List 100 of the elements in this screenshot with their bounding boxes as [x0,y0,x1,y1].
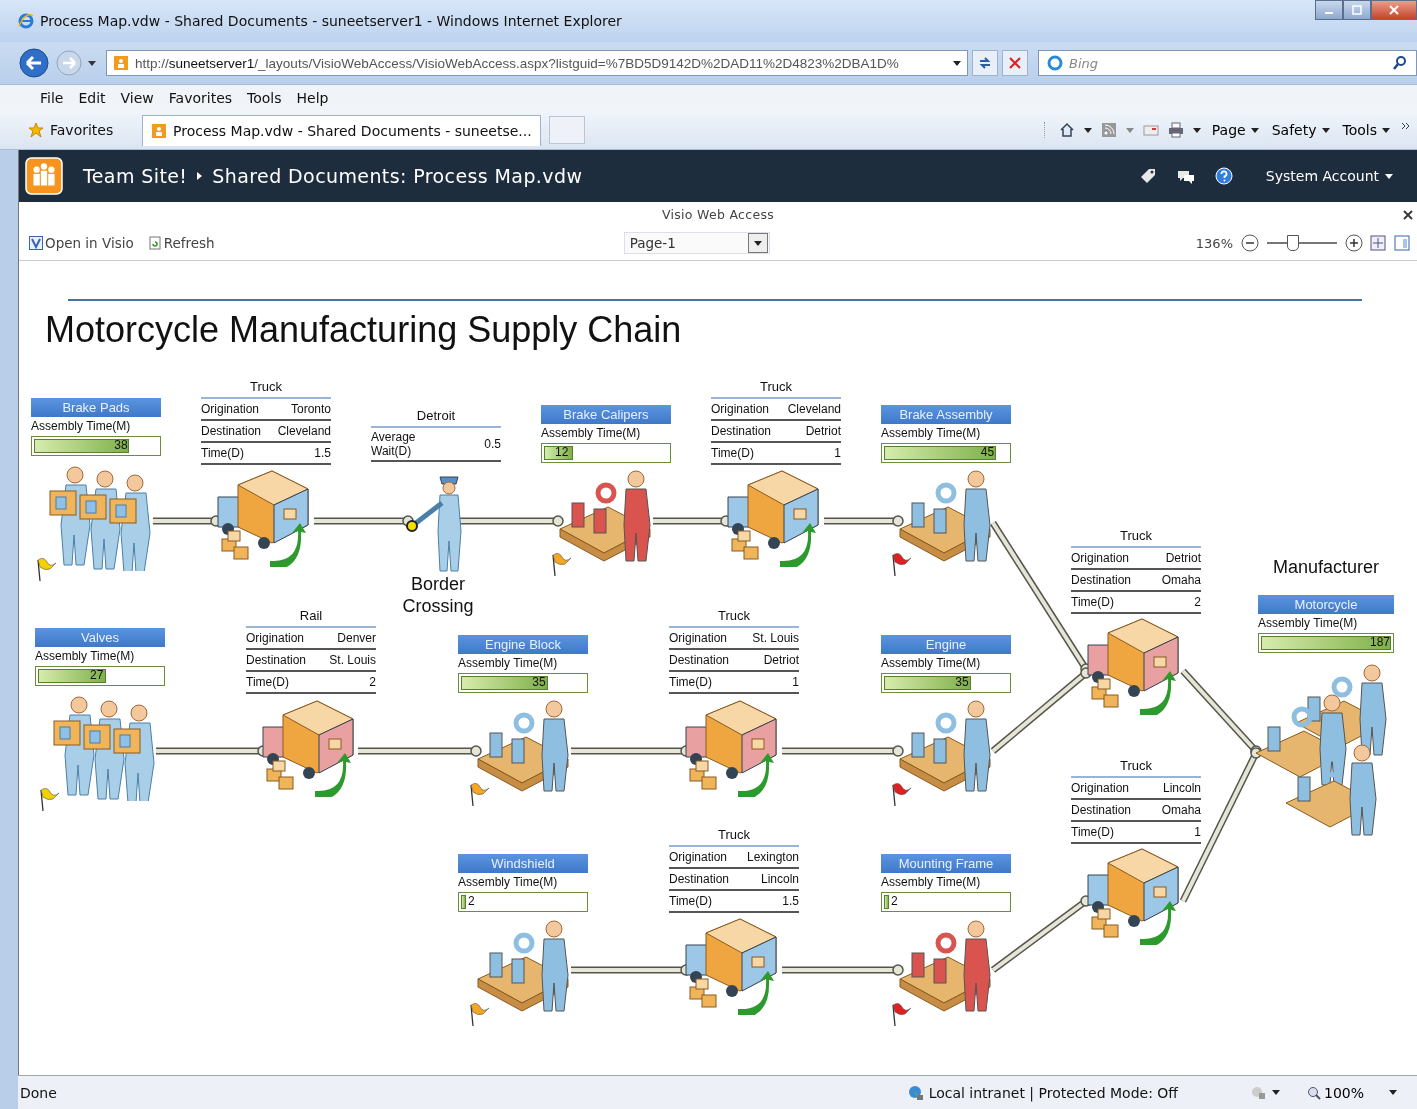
feed-icon[interactable] [1100,122,1117,138]
manufacturer-label: Manufacturer [1271,557,1381,578]
caret-icon[interactable] [953,60,961,66]
flag-icon [890,1001,912,1027]
window-title: Process Map.vdw - Shared Documents - suneetserver1 - Windows Internet Explorer [40,13,622,29]
field-value: Lincoln [1162,781,1201,795]
favorites-button[interactable]: Favorites [28,122,134,138]
node-header: Brake Pads [31,398,161,417]
user-menu[interactable]: System Account [1259,167,1399,185]
metric-value: 45 [980,445,995,459]
fit-to-window-icon[interactable] [1369,234,1387,252]
home-icon[interactable] [1058,122,1075,138]
zoom-menu[interactable]: 100% [1300,1083,1370,1102]
caret-icon[interactable] [1389,1090,1397,1095]
command-menu[interactable]: Safety [1269,122,1332,138]
address-field[interactable]: http://suneetserver1/_layouts/VisioWebAccess/VisioWebAccess.aspx?listguid=%7BD5D9142D%2DAD11%2D4823%2DBA1D% [106,50,968,76]
menu-item[interactable]: Tools [247,90,282,106]
globe-icon [907,1084,924,1101]
command-menu[interactable]: Tools [1340,122,1392,138]
metric-label: Assembly Time(M) [35,649,136,663]
field-value: Denver [337,631,376,645]
field-value: Omaha [1161,573,1201,587]
field-label: Time(D) [669,675,712,689]
maximize-icon [1352,5,1362,15]
flag-icon [550,551,572,577]
zoom-in-icon[interactable] [1345,234,1363,252]
zoom-level: 136% [1195,235,1233,251]
field-value: St. Louis [752,631,799,645]
menu-item[interactable]: Favorites [168,90,233,106]
page-icon [151,122,167,139]
status-text: Done [19,1084,57,1101]
site-logo-icon[interactable] [25,157,63,195]
field-value: 1.5 [314,446,331,460]
menu-item[interactable]: View [120,90,154,106]
close-icon[interactable] [1403,210,1413,220]
menu-item[interactable]: Edit [78,90,106,106]
open-in-visio-button[interactable]: Open in Visio [29,235,134,251]
field-label: Destination [711,424,772,438]
field-value: Lexington [746,850,799,864]
field-value: St. Louis [329,653,376,667]
metric-value: 35 [532,675,546,689]
field-label: Destination [246,653,307,667]
refresh-icon[interactable] [972,50,998,76]
metric-value: 27 [90,668,104,682]
magnifier-icon [1306,1085,1321,1100]
caret-icon[interactable] [1083,127,1092,133]
menu-item[interactable]: File [40,90,64,106]
stop-icon[interactable] [1002,50,1028,76]
field-label: Time(D) [1071,595,1114,609]
field-label: Time(D) [201,446,244,460]
breadcrumb-link[interactable]: Shared Documents: Process Map.vdw [212,165,583,187]
field-value: 2 [1194,595,1201,609]
command-menu[interactable]: Page [1209,122,1261,138]
transport-mode: Truck [1071,528,1201,548]
field-value: 1 [1194,825,1201,839]
maximize-button[interactable] [1343,0,1371,20]
refresh-button[interactable]: Refresh [147,235,215,251]
menu-item[interactable]: Help [296,90,329,106]
caret-icon[interactable] [1192,127,1201,133]
field-label: Origination [1071,551,1130,565]
caret-icon[interactable] [88,60,96,66]
node-header: Engine [881,635,1011,654]
field-value: 0.5 [484,437,501,451]
zoom-out-icon[interactable] [1241,234,1259,252]
caret-icon [1321,127,1330,133]
caret-icon [1250,127,1259,133]
chevron-icon[interactable] [1401,122,1411,130]
transport-mode: Truck [669,608,799,628]
caret-icon [753,240,762,246]
page-select[interactable]: Page-1 [623,232,770,254]
caret-icon[interactable] [1271,1090,1280,1095]
back-button[interactable] [18,47,50,79]
page-icon [113,55,129,71]
flag-icon [35,556,57,582]
flag-icon [468,1001,490,1027]
search-icon[interactable] [1392,55,1408,71]
field-label: Time(D) [669,894,712,908]
browser-logo-icon [18,13,34,29]
field-label: Origination [201,402,260,416]
browser-tab[interactable]: Process Map.vdw - Shared Documents - suneetse... [142,114,541,146]
metric-label: Assembly Time(M) [541,426,642,440]
field-label: Destination [669,653,730,667]
search-field[interactable]: Bing [1038,50,1417,76]
metric-label: Assembly Time(M) [458,656,559,670]
transport-mode: Rail [246,608,376,628]
help-icon[interactable] [1213,166,1234,186]
field-label: Time(D) [711,446,754,460]
refresh-icon [147,236,162,250]
node-header: Windshield [458,854,588,873]
mail-icon[interactable] [1142,122,1159,138]
print-icon[interactable] [1167,122,1184,138]
node-header: Brake Calipers [541,405,671,424]
close-button[interactable] [1371,0,1417,20]
minimize-button[interactable] [1315,0,1343,20]
metric-label: Assembly Time(M) [31,419,132,433]
slider-thumb[interactable] [1287,235,1300,251]
metric-value: 12 [555,445,569,459]
transport-mode: Truck [1071,758,1201,778]
breadcrumb-arrow-icon [197,172,203,180]
breadcrumb-link[interactable]: Team Site! [83,165,188,187]
